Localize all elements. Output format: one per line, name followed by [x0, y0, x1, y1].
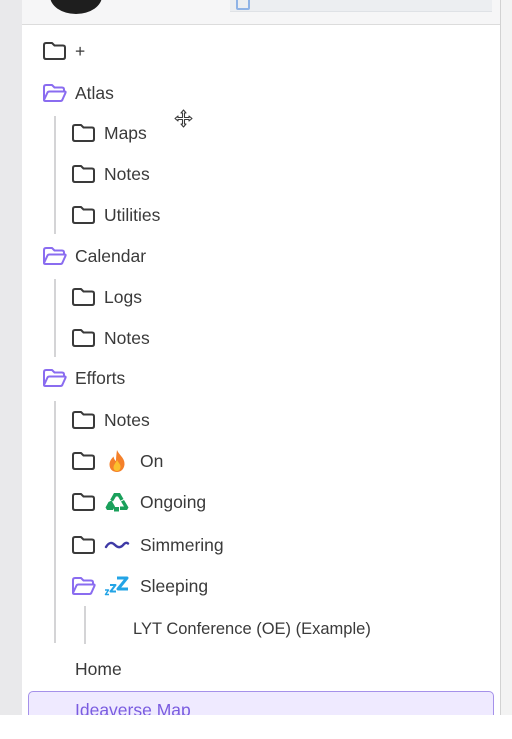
folder-open-icon	[43, 247, 67, 265]
indent-guide-efforts	[54, 401, 56, 643]
folder-open-icon	[72, 577, 96, 595]
tree-item-on[interactable]: On	[71, 446, 163, 476]
bottom-margin	[0, 715, 512, 739]
zzz-icon	[104, 575, 130, 597]
tab-strip[interactable]	[230, 0, 492, 12]
folder-closed-icon	[72, 411, 95, 429]
tree-item-label: LYT Conference (OE) (Example)	[133, 620, 371, 638]
tree-item-label: Maps	[104, 123, 147, 143]
folder-closed-icon	[72, 452, 95, 470]
tree-item-notes[interactable]: Notes	[71, 323, 150, 353]
tree-item-utilities[interactable]: Utilities	[71, 200, 160, 230]
folder-closed-icon	[72, 536, 95, 554]
tree-item-label: Home	[75, 659, 122, 679]
folder-closed-icon	[72, 288, 95, 306]
tree-item-calendar[interactable]: Calendar	[42, 241, 146, 271]
indent-guide-sleeping	[84, 606, 86, 644]
top-bar	[22, 0, 500, 25]
folder-closed-icon	[72, 124, 95, 142]
indent-guide-calendar	[54, 279, 56, 357]
folder-closed-icon	[72, 329, 95, 347]
wavy-dash-icon	[104, 534, 130, 556]
tree-item-sleeping[interactable]: Sleeping	[71, 571, 208, 601]
folder-open-icon	[43, 369, 67, 387]
folder-closed-icon	[72, 165, 95, 183]
tree-item-label: Notes	[104, 328, 150, 348]
tree-item-label: Simmering	[140, 535, 224, 555]
folder-closed-icon	[72, 206, 95, 224]
folder-closed-icon	[43, 42, 66, 60]
tree-item-label: Notes	[104, 164, 150, 184]
tree-item-label: Sleeping	[140, 576, 209, 596]
tree-item-label: Utilities	[104, 205, 161, 225]
tree-item-label: Ongoing	[140, 492, 207, 512]
left-gutter	[0, 0, 22, 715]
tree-item-label: Logs	[104, 287, 142, 307]
tree-item-plus[interactable]: +	[42, 36, 85, 66]
folder-open-icon	[43, 84, 67, 102]
move-cursor-icon	[174, 109, 193, 128]
tree-item-label: Atlas	[75, 83, 114, 103]
tree-item-maps[interactable]: Maps	[71, 118, 147, 148]
tree-item-efforts[interactable]: Efforts	[42, 363, 125, 393]
tree-item-home[interactable]: Home	[75, 654, 122, 684]
tree-item-label: On	[140, 451, 164, 471]
file-tree: + Atlas Maps Notes Utilities Calendar Lo…	[22, 24, 500, 715]
tree-item-simmering[interactable]: Simmering	[71, 530, 224, 560]
indent-guide-atlas	[54, 116, 56, 234]
tree-item-lyt-conference[interactable]: LYT Conference (OE) (Example)	[133, 614, 371, 644]
tree-item-atlas[interactable]: Atlas	[42, 78, 114, 108]
scrollbar-track[interactable]	[501, 0, 512, 715]
tree-item-label: Notes	[104, 410, 150, 430]
fire-icon	[104, 450, 130, 472]
tree-item-ongoing[interactable]: Ongoing	[71, 487, 206, 517]
tree-item-label: Calendar	[75, 246, 147, 266]
tree-item-notes[interactable]: Notes	[71, 159, 150, 189]
avatar[interactable]	[50, 0, 102, 14]
tree-item-label: Efforts	[75, 368, 126, 388]
folder-closed-icon	[72, 493, 95, 511]
recycle-icon	[104, 491, 130, 513]
tree-item-logs[interactable]: Logs	[71, 282, 142, 312]
tree-item-notes[interactable]: Notes	[71, 405, 150, 435]
tree-item-label: +	[75, 41, 86, 61]
